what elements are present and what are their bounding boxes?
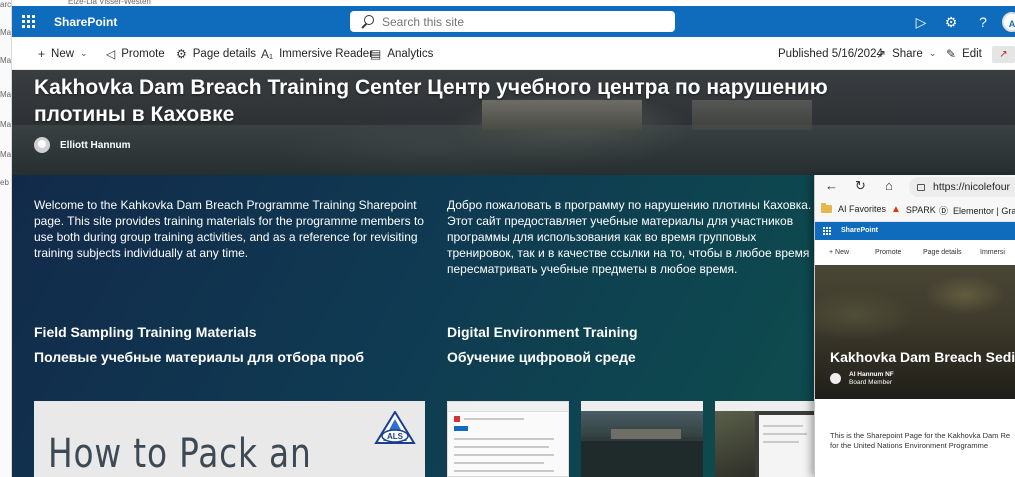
project-files-thumbnail[interactable] [447,401,569,477]
favorite-ai-favorites[interactable]: AI Favorites [821,203,887,214]
search-icon [360,14,374,29]
new-label: New [51,47,75,60]
mini-body-text: This is the Sharepoint Page for the Kakh… [830,431,1011,450]
author-name: Elliott Hannum [60,139,131,151]
section-title-field-en: Field Sampling Training Materials [34,324,257,340]
immersive-reader-button[interactable]: A₁ Immersive Reader [261,37,373,70]
page-title: Kakhovka Dam Breach Training Center Цент… [34,76,828,126]
mini-page-details-button[interactable]: Page details [923,249,962,256]
collapse-icon[interactable]: ↗ [992,46,1015,63]
mini-promote-button[interactable]: Promote [875,249,901,256]
favorite-spark[interactable]: ▲ SPARK [891,204,936,215]
settings-icon[interactable]: ⚙ [942,13,960,31]
spark-icon: ▲ [891,204,901,215]
section-title-digital-ru: Обучение цифровой среде [447,349,636,365]
browser-nav-bar: ← ↻ ⌂ https://nicolefour [815,175,1015,199]
waffle-icon[interactable] [12,6,44,37]
elementor-icon: Ⓓ [939,206,949,216]
command-bar: + New ⌄ ◁ Promote ⚙ Page details A₁ Imme… [12,37,1015,70]
section-title-digital-en: Digital Environment Training [447,324,638,340]
hero-water-image [12,125,1015,175]
share-label: Share [892,47,923,60]
plus-icon: + [38,46,46,61]
edit-label: Edit [962,47,982,60]
waffle-icon[interactable] [823,227,831,235]
promote-label: Promote [121,47,165,60]
bg-fragment: Ma [0,28,12,37]
favorite-label: Elementor | Grac [953,205,1015,216]
mini-suite-bar: SharePoint [815,222,1015,240]
analytics-label: Analytics [387,47,434,60]
mini-author-role: Board Member [849,379,892,386]
feedback-icon[interactable]: ▷ [912,13,930,31]
search-input[interactable] [382,14,642,29]
section-title-field-ru: Полевые учебные материалы для отбора про… [34,349,365,365]
mini-immersive-button[interactable]: Immersi [980,249,1005,256]
promote-button[interactable]: ◁ Promote [106,37,165,70]
mini-hero-banner: Kakhovka Dam Breach Sedim Al Hannum NF B… [815,265,1015,399]
megaphone-icon: ◁ [106,46,116,61]
page-details-button[interactable]: ⚙ Page details [176,37,256,70]
refresh-icon[interactable]: ↻ [855,178,866,194]
map-thumbnail[interactable] [715,401,815,477]
mini-author-name: Al Hannum NF [849,371,894,378]
address-bar[interactable]: https://nicolefour [909,177,1015,197]
bg-fragment: Ma [0,90,12,99]
page-details-label: Page details [192,47,257,60]
published-label: Published 5/16/2024 [778,47,883,60]
share-button[interactable]: ↗ Share ⌄ [876,37,936,70]
url-text: https://nicolefour [933,181,1011,193]
lock-icon [917,184,925,191]
analytics-button[interactable]: ▤ Analytics [370,37,433,70]
mini-author-byline[interactable]: Al Hannum NF Board Member [830,371,894,387]
bg-fragment: Ma [0,56,12,65]
thumbnail-title: How to Pack an [48,431,312,477]
mini-new-button[interactable]: + New [829,249,849,256]
background-window-strip: arch 18 Ma Ma Ma Ma Ma eb [0,0,12,477]
gear-icon: ⚙ [176,46,187,61]
help-icon[interactable]: ? [974,13,992,31]
favorite-label: AI Favorites [838,204,887,214]
edit-button[interactable]: ✎ Edit [946,37,982,70]
chevron-down-icon: ⌄ [928,48,937,58]
share-icon: ↗ [876,46,887,61]
bg-fragment: eb [0,178,9,187]
home-icon[interactable]: ⌂ [885,178,893,193]
bg-fragment: Ma [0,150,12,159]
dam-photo-thumbnail[interactable] [581,401,703,477]
favorite-elementor[interactable]: Ⓓ Elementor | Grac [939,204,1015,217]
mini-page-title: Kakhovka Dam Breach Sedim [830,349,1015,365]
intro-text-en: Welcome to the Kahkovka Dam Breach Progr… [34,198,424,260]
bg-fragment: arch 18 [0,0,12,9]
als-logo-text: ALS [387,432,404,441]
overlay-browser-window[interactable]: ← ↻ ⌂ https://nicolefour AI Favorites ▲ … [814,175,1015,477]
published-status: Published 5/16/2024 [778,37,883,70]
pencil-icon: ✎ [946,46,957,61]
author-byline[interactable]: Elliott Hannum [34,137,131,153]
new-button[interactable]: + New ⌄ [38,37,88,70]
favorites-bar: AI Favorites ▲ SPARK Ⓓ Elementor | Grac [815,199,1015,222]
mini-app-name[interactable]: SharePoint [841,227,878,234]
hero-banner: Kakhovka Dam Breach Training Center Цент… [12,70,1015,175]
suite-bar: SharePoint ▷ ⚙ ? A [12,6,1015,37]
search-box[interactable] [350,11,675,32]
analytics-icon: ▤ [370,46,382,61]
mini-command-bar: + New Promote Page details Immersi [815,240,1015,265]
chevron-down-icon: ⌄ [80,48,88,58]
app-name[interactable]: SharePoint [54,15,117,29]
back-arrow-icon[interactable]: ← [825,178,838,193]
als-logo-icon: ALS [374,411,416,444]
author-avatar [34,137,50,153]
mini-author-avatar [830,373,841,384]
immersive-reader-label: Immersive Reader [279,47,374,60]
folder-icon [821,203,832,213]
how-to-pack-thumbnail[interactable]: How to Pack an ALS [34,401,425,477]
immersive-reader-icon: A₁ [261,46,274,61]
intro-text-ru: Добро пожаловать в программу по нарушени… [447,198,812,276]
avatar[interactable]: A [1002,12,1015,32]
bg-fragment: Ma [0,120,12,129]
favorite-label: SPARK [905,204,936,215]
